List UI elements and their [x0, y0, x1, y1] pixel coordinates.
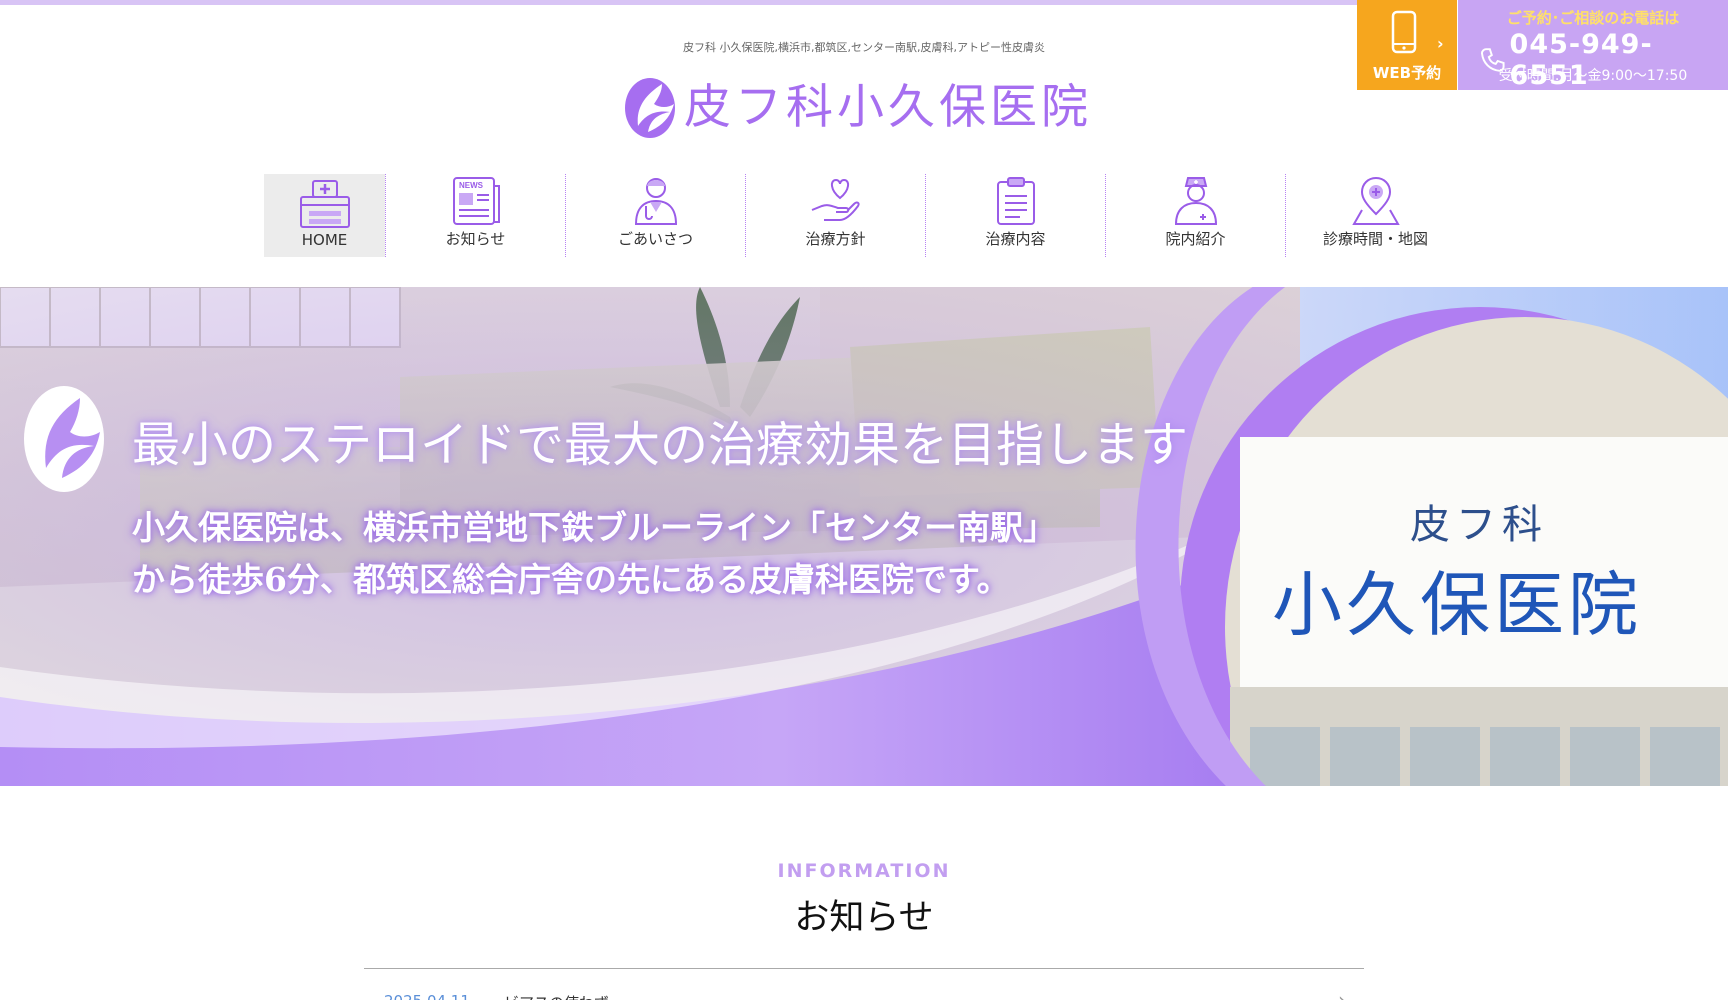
tel-contact-box[interactable]: ご予約･ご相談のお電話は 045-949-6551 受付時間:月〜金9:00〜1… — [1458, 0, 1728, 91]
clinic-sign-small-text: 皮フ科 — [1410, 502, 1548, 548]
nurse-icon — [1174, 177, 1217, 225]
news-date: 2025.04.11 — [384, 992, 470, 1000]
hero-banner: 最小のステロイドで最大の治療効果を目指します 小久保医院は、横浜市営地下鉄ブルー… — [0, 287, 1728, 786]
site-logo[interactable]: 皮フ科小久保医院 — [622, 72, 1092, 142]
nav-item-policy[interactable]: 治療方針 — [745, 174, 925, 257]
tel-heading: ご予約･ご相談のお電話は — [1506, 9, 1680, 27]
nav-label: 院内紹介 — [1165, 230, 1226, 248]
info-heading-en: INFORMATION — [777, 860, 951, 882]
web-reserve-label: WEB予約 — [1372, 64, 1442, 82]
nav-label: 診療時間・地図 — [1322, 230, 1428, 248]
hero-description-line: から徒歩6分、都筑区総合庁舎の先にある皮膚科医院です。 — [132, 560, 1010, 599]
nav-item-greeting[interactable]: ごあいさつ — [565, 174, 745, 257]
clinic-building-icon — [299, 180, 350, 228]
info-heading-ja: お知らせ — [794, 898, 934, 938]
heart-hand-icon — [811, 178, 860, 221]
nav-label: お知らせ — [445, 230, 506, 248]
clipboard-icon — [996, 177, 1035, 225]
info-divider — [364, 968, 1364, 969]
smartphone-icon — [1391, 10, 1417, 54]
doctor-icon — [634, 178, 677, 225]
svg-text:NEWS: NEWS — [459, 181, 484, 190]
map-pin-icon — [1351, 176, 1400, 225]
top-accent-stripe — [0, 0, 1357, 5]
chevron-right-icon: › — [1338, 988, 1346, 1000]
nav-label: 治療内容 — [985, 230, 1046, 248]
news-list-item[interactable]: 2025.04.11 ビアスの使わず… › — [364, 988, 1364, 1000]
nav-item-hours-map[interactable]: 診療時間・地図 — [1285, 174, 1465, 257]
crescent-bird-logo-icon — [625, 78, 675, 138]
chevron-right-icon: › — [1437, 34, 1444, 53]
news-paper-icon: NEWS — [452, 177, 500, 225]
hero-catchphrase: 最小のステロイドで最大の治療効果を目指します — [132, 417, 1189, 473]
hero-description-line: 小久保医院は、横浜市営地下鉄ブルーライン「センター南駅」 — [132, 508, 1056, 547]
tel-hours: 受付時間:月〜金9:00〜17:50 — [1498, 68, 1688, 84]
web-reserve-button[interactable]: › WEB予約 — [1357, 0, 1457, 90]
nav-item-news[interactable]: NEWS お知らせ — [385, 174, 565, 257]
nav-item-treatment[interactable]: 治療内容 — [925, 174, 1105, 257]
news-title: ビアスの使わず… — [504, 992, 624, 1000]
hero-description: 小久保医院は、横浜市営地下鉄ブルーライン「センター南駅」 から徒歩6分、都筑区総… — [132, 502, 1056, 606]
hero-logo-mark-icon — [24, 386, 104, 492]
nav-label: 治療方針 — [805, 230, 866, 248]
nav-item-clinic-intro[interactable]: 院内紹介 — [1105, 174, 1285, 257]
clinic-sign-big-text: 小久保医院 — [1272, 564, 1642, 646]
nav-item-home[interactable]: HOME — [264, 174, 385, 257]
nav-label: ごあいさつ — [617, 230, 693, 248]
global-nav: HOME NEWS お知らせ ごあいさつ 治療方針 治療内容 院内紹介 診療時間… — [264, 174, 1465, 257]
nav-label: HOME — [301, 231, 348, 249]
logo-text: 皮フ科小久保医院 — [684, 79, 1092, 135]
